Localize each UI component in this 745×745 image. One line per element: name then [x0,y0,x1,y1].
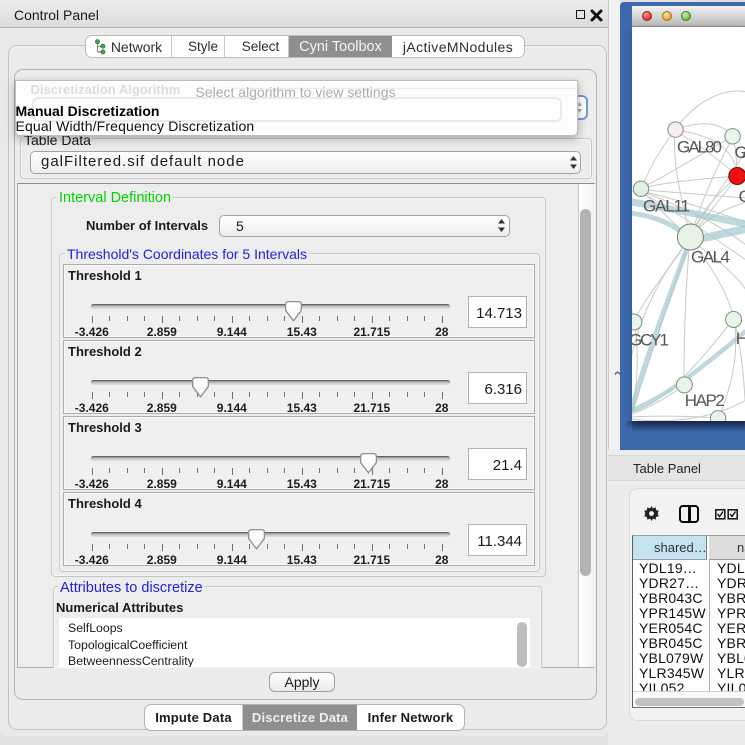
svg-text:GA: GA [735,143,745,162]
svg-text:H: H [736,329,745,348]
svg-text:GAL80: GAL80 [677,138,722,157]
svg-text:HAP2: HAP2 [685,391,725,410]
svg-text:GAL11: GAL11 [643,196,690,215]
svg-text:C: C [739,187,745,206]
svg-text:GAL4: GAL4 [691,247,730,266]
svg-text:GCY1: GCY1 [632,331,669,350]
